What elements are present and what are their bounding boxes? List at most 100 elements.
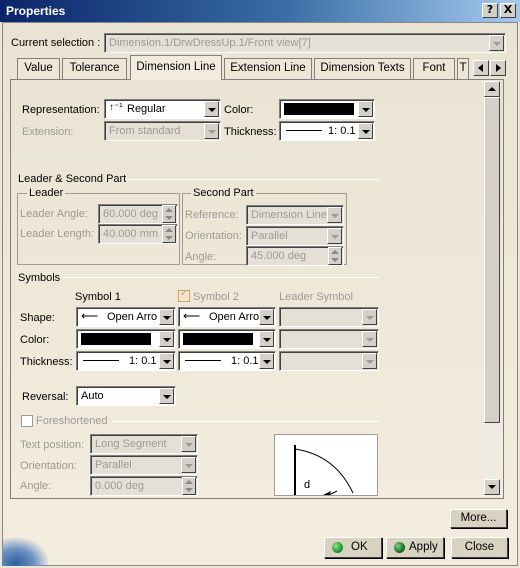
reversal-combo[interactable]: Auto	[76, 386, 176, 406]
symbol2-shape-combo[interactable]: ⟵ Open Arro	[178, 307, 276, 327]
chevron-right-icon	[496, 64, 501, 72]
chevron-down-icon	[181, 436, 196, 452]
reversal-label: Reversal:	[22, 391, 69, 403]
tab-tolerance[interactable]: Tolerance	[62, 58, 127, 79]
reference-value: Dimension Line	[251, 209, 327, 221]
tab-scroll-right-button[interactable]	[490, 60, 506, 76]
symbol2-color-combo[interactable]	[178, 329, 276, 349]
leader-second-title: Leader & Second Part	[18, 173, 127, 185]
ok-label: OK	[351, 541, 368, 553]
divider	[112, 421, 379, 422]
tab-panel	[10, 79, 504, 499]
fs-angle-label: Angle:	[20, 480, 52, 492]
second-angle-label: Angle:	[185, 251, 217, 263]
symbol2-checkbox[interactable]: ✓	[178, 288, 190, 302]
leader-group-title: Leader	[27, 187, 66, 199]
window-title: Properties	[6, 4, 66, 18]
symbol-color-label: Color:	[20, 334, 50, 346]
scroll-thumb[interactable]	[484, 97, 500, 423]
symbol1-thickness-value: 1: 0.1	[129, 355, 157, 367]
extension-label: Extension:	[22, 126, 74, 138]
ok-button[interactable]: OK	[324, 537, 382, 558]
orientation-combo: Parallel	[246, 226, 344, 246]
chevron-down-icon	[362, 331, 377, 347]
leader-symbol-header: Leader Symbol	[279, 291, 353, 303]
chevron-down-icon	[488, 485, 496, 489]
leader-shape-combo	[279, 307, 379, 327]
leader-angle-label: Leader Angle:	[20, 208, 88, 220]
apply-label: Apply	[409, 541, 438, 553]
foreshortened-checkbox[interactable]	[21, 415, 33, 427]
tab-dimension-texts[interactable]: Dimension Texts	[314, 58, 411, 79]
chevron-down-icon	[327, 207, 342, 223]
tab-font[interactable]: Font	[413, 58, 455, 79]
symbols-title: Symbols	[18, 272, 61, 284]
leader-thickness-combo	[279, 351, 379, 371]
reversal-value: Auto	[81, 390, 104, 402]
leader-angle-value: 60.000 deg	[103, 208, 159, 220]
close-window-button[interactable]: X	[500, 3, 516, 18]
symbol-thickness-label: Thickness:	[20, 356, 73, 368]
vertical-scrollbar[interactable]	[484, 81, 500, 495]
representation-combo[interactable]: ↑⁻¹ Regular	[104, 99, 221, 119]
text-position-combo: Long Segment	[90, 434, 198, 454]
preview-label: d	[304, 479, 311, 491]
chevron-left-icon	[478, 64, 483, 72]
reference-combo: Dimension Line	[246, 205, 344, 225]
check-icon: ✓	[180, 288, 189, 299]
chevron-down-icon	[181, 457, 196, 473]
apply-icon	[394, 542, 405, 553]
fs-angle-field: 0.000 deg	[90, 476, 198, 496]
chevron-down-icon	[327, 228, 342, 244]
second-angle-field: 45.000 deg	[246, 246, 344, 266]
text-position-value: Long Segment	[95, 438, 167, 450]
symbol1-header: Symbol 1	[75, 291, 121, 303]
tab-truncated[interactable]: T	[457, 58, 469, 79]
scroll-up-button[interactable]	[484, 81, 500, 97]
text-position-label: Text position:	[20, 439, 85, 451]
color-combo[interactable]	[279, 99, 375, 119]
thickness-combo[interactable]: 1: 0.1	[279, 121, 375, 141]
symbol1-color-combo[interactable]	[76, 329, 176, 349]
orientation-value: Parallel	[251, 230, 288, 242]
chevron-down-icon	[489, 35, 504, 51]
chevron-down-icon	[259, 309, 274, 325]
logo-decoration	[2, 538, 48, 566]
leader-color-combo	[279, 329, 379, 349]
color-label: Color:	[224, 104, 254, 116]
arrow-shape-icon: ⟵	[183, 309, 201, 323]
chevron-down-icon	[358, 123, 373, 139]
thickness-value: 1: 0.1	[328, 125, 356, 137]
tab-scroll-left-button[interactable]	[473, 60, 489, 76]
spinner-icon	[328, 247, 342, 265]
more-button[interactable]: More...	[450, 509, 507, 528]
chevron-down-icon	[159, 388, 174, 404]
preview-drawing	[294, 445, 354, 495]
tab-dimension-line[interactable]: Dimension Line	[130, 55, 222, 80]
close-button[interactable]: Close	[451, 537, 508, 558]
second-part-title: Second Part	[191, 187, 256, 199]
divider	[62, 277, 379, 278]
symbol1-thickness-combo[interactable]: 1: 0.1	[76, 351, 176, 371]
chevron-down-icon	[204, 123, 219, 139]
chevron-up-icon	[488, 87, 496, 91]
ok-icon	[332, 542, 343, 553]
spinner-icon	[162, 225, 176, 243]
representation-label: Representation:	[22, 104, 100, 116]
help-button[interactable]: ?	[482, 3, 498, 18]
color-swatch	[81, 333, 151, 345]
fs-orientation-value: Parallel	[95, 459, 132, 471]
chevron-down-icon	[159, 331, 174, 347]
tab-value[interactable]: Value	[17, 58, 60, 79]
scroll-down-button[interactable]	[484, 479, 500, 495]
tab-extension-line[interactable]: Extension Line	[224, 58, 312, 79]
chevron-down-icon	[358, 101, 373, 117]
symbol1-shape-combo[interactable]: ⟵ Open Arro	[76, 307, 176, 327]
chevron-down-icon	[159, 309, 174, 325]
divider	[125, 179, 379, 180]
line-preview	[286, 130, 322, 131]
apply-button[interactable]: Apply	[386, 537, 444, 558]
symbol2-thickness-combo[interactable]: 1: 0.1	[178, 351, 276, 371]
chevron-down-icon	[362, 353, 377, 369]
current-selection-label: Current selection :	[11, 37, 101, 49]
